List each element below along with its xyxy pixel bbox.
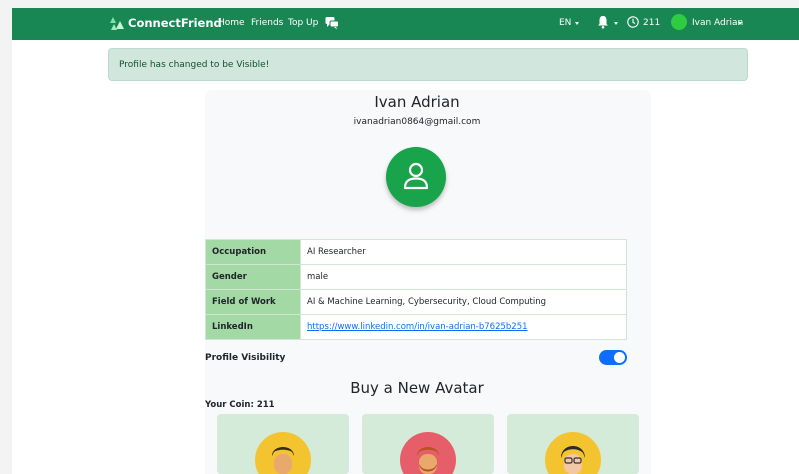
table-row: LinkedIn https://www.linkedin.com/in/iva…: [205, 314, 627, 340]
logo-icon: [110, 17, 124, 30]
coin-icon: [627, 16, 639, 28]
avatar-glasses-icon: [545, 432, 601, 474]
row-value-linkedin: https://www.linkedin.com/in/ivan-adrian-…: [300, 314, 627, 340]
linkedin-link[interactable]: https://www.linkedin.com/in/ivan-adrian-…: [307, 322, 528, 332]
profile-name: Ivan Adrian: [374, 93, 460, 111]
row-label-field-of-work: Field of Work: [205, 289, 301, 315]
avatar-shop-title: Buy a New Avatar: [350, 379, 484, 397]
row-label-linkedin: LinkedIn: [205, 314, 301, 340]
toggle-knob: [614, 352, 625, 363]
brand-name: ConnectFriend: [128, 16, 222, 30]
row-value-gender: male: [300, 264, 627, 290]
user-menu[interactable]: Ivan Adrian: [692, 18, 743, 28]
user-icon: [403, 162, 429, 190]
alert-message: Profile has changed to be Visible!: [119, 60, 270, 70]
avatar-man-icon: [255, 432, 311, 474]
nav-top-up[interactable]: Top Up: [288, 18, 318, 28]
visibility-label: Profile Visibility: [205, 353, 286, 363]
visibility-toggle[interactable]: [599, 350, 627, 365]
your-coin-label: Your Coin: 211: [205, 400, 275, 410]
chevron-down-icon: [738, 22, 742, 25]
coin-count: 211: [643, 18, 661, 28]
row-value-occupation: AI Researcher: [300, 239, 627, 265]
profile-avatar: [386, 147, 446, 207]
chat-icon[interactable]: [325, 16, 339, 30]
bell-icon[interactable]: [597, 15, 609, 29]
avatar-bearded-icon: [400, 432, 456, 474]
row-value-field-of-work: AI & Machine Learning, Cybersecurity, Cl…: [300, 289, 627, 315]
table-row: Gender male: [205, 264, 627, 290]
language-dropdown[interactable]: EN: [559, 18, 571, 28]
success-alert: Profile has changed to be Visible!: [108, 48, 748, 81]
table-row: Field of Work AI & Machine Learning, Cyb…: [205, 289, 627, 315]
top-navbar: ConnectFriend Home Friends Top Up EN 211…: [12, 8, 799, 40]
avatar-card[interactable]: [507, 414, 639, 474]
profile-email: ivanadrian0864@gmail.com: [353, 117, 481, 127]
table-row: Occupation AI Researcher: [205, 239, 627, 265]
avatar-card[interactable]: [217, 414, 349, 474]
profile-info-table: Occupation AI Researcher Gender male Fie…: [205, 239, 627, 340]
chevron-down-icon: [614, 22, 618, 25]
brand[interactable]: ConnectFriend: [110, 15, 222, 31]
chevron-down-icon: [575, 22, 579, 25]
avatar[interactable]: [671, 14, 687, 30]
row-label-occupation: Occupation: [205, 239, 301, 265]
row-label-gender: Gender: [205, 264, 301, 290]
avatar-card[interactable]: [362, 414, 494, 474]
nav-friends[interactable]: Friends: [251, 18, 283, 28]
nav-home[interactable]: Home: [218, 18, 245, 28]
